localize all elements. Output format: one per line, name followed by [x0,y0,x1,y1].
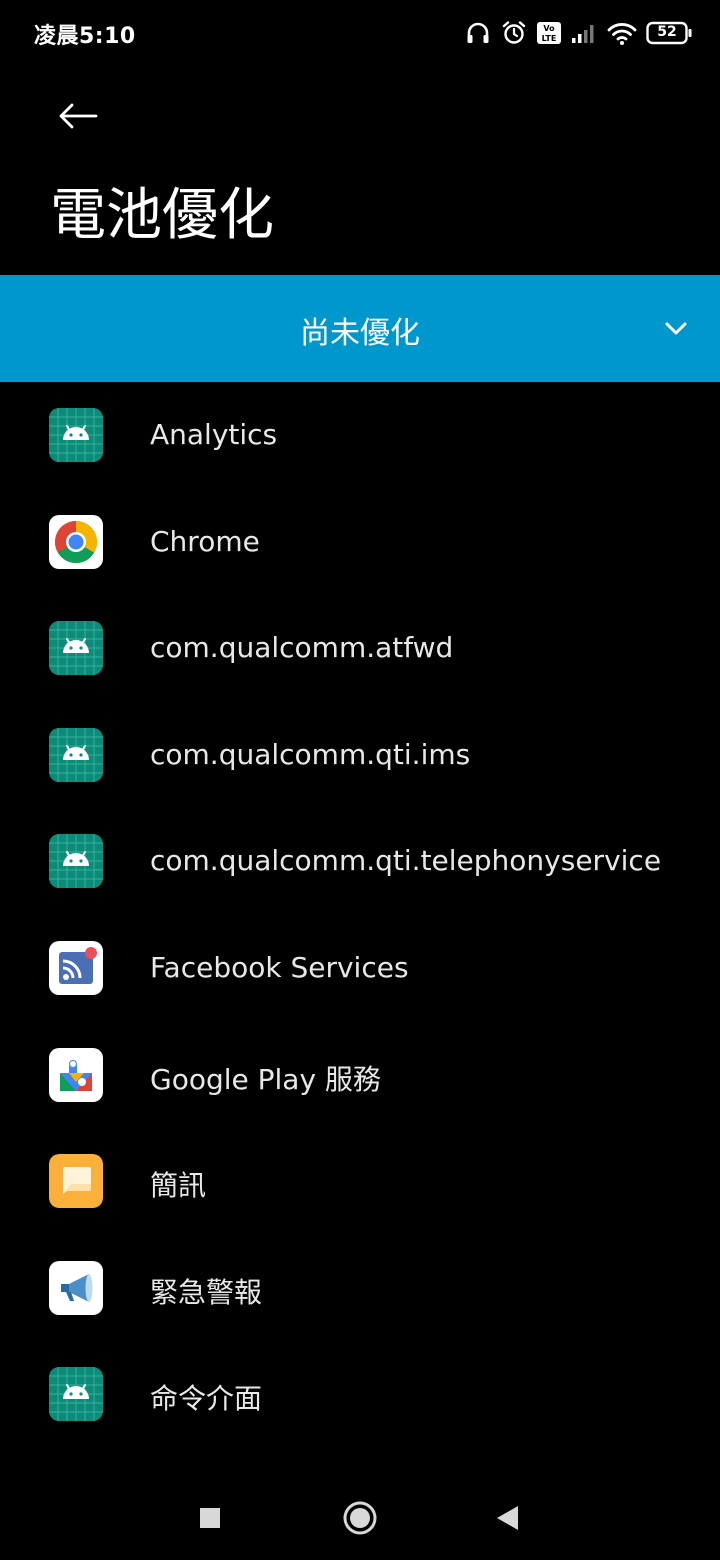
svg-text:Vo: Vo [543,24,555,33]
circle-icon [342,1500,378,1540]
app-row-facebook-services[interactable]: Facebook Services [0,915,720,1022]
alarm-icon [500,19,528,47]
filter-dropdown[interactable]: 尚未優化 [0,275,720,382]
triangle-back-icon [495,1504,521,1536]
navigation-bar [0,1480,720,1560]
android-icon [49,834,103,889]
app-name: com.qualcomm.atfwd [150,631,454,665]
android-icon [49,621,103,676]
page-title: 電池優化 [50,183,274,248]
app-row-chrome[interactable]: Chrome [0,489,720,596]
app-row-messages[interactable]: 簡訊 [0,1128,720,1235]
status-time: 凌晨5:10 [34,24,136,49]
app-name: com.qualcomm.qti.telephonyservice [150,844,662,878]
arrow-left-icon [56,101,100,135]
app-row-qti-ims[interactable]: com.qualcomm.qti.ims [0,702,720,809]
recents-button[interactable] [186,1498,234,1542]
app-row-google-play-services[interactable]: Google Play 服務 [0,1022,720,1129]
messages-icon [49,1154,103,1209]
app-name: com.qualcomm.qti.ims [150,737,471,771]
square-icon [198,1506,222,1534]
facebook-services-icon [49,940,103,995]
battery-level: 52 [657,24,677,40]
back-button[interactable] [52,96,104,140]
wifi-icon [606,20,638,46]
app-list: Analytics Chrome com.qualcomm.atfwd com.… [0,382,720,1448]
android-icon [49,408,103,462]
headphones-icon [464,19,492,47]
app-name: 簡訊 [150,1169,207,1203]
app-name: Google Play 服務 [150,1062,381,1096]
app-row-command-interface[interactable]: 命令介面 [0,1341,720,1448]
chrome-icon [49,514,103,569]
megaphone-icon [49,1260,103,1315]
back-nav-button[interactable] [484,1498,532,1542]
android-icon [49,1367,103,1422]
chevron-down-icon [662,315,690,343]
app-name: Chrome [150,524,260,558]
android-icon [49,727,103,782]
app-row-atfwd[interactable]: com.qualcomm.atfwd [0,595,720,702]
home-button[interactable] [336,1498,384,1542]
app-row-emergency-alerts[interactable]: 緊急警報 [0,1235,720,1342]
battery-icon: 52 [646,21,692,45]
app-name: 命令介面 [150,1382,263,1416]
app-row-telephonyservice[interactable]: com.qualcomm.qti.telephonyservice [0,808,720,915]
app-name: Analytics [150,418,278,451]
filter-label: 尚未優化 [300,316,420,351]
status-bar: 凌晨5:10 Vo LTE 52 [0,0,720,64]
volte-icon: Vo LTE [536,21,562,45]
app-name: 緊急警報 [150,1275,263,1309]
app-name: Facebook Services [150,950,409,984]
signal-icon [570,21,598,45]
svg-text:LTE: LTE [542,34,557,43]
app-row-analytics[interactable]: Analytics [0,382,720,489]
google-play-services-icon [49,1047,103,1102]
status-icons: Vo LTE 52 [464,16,692,50]
